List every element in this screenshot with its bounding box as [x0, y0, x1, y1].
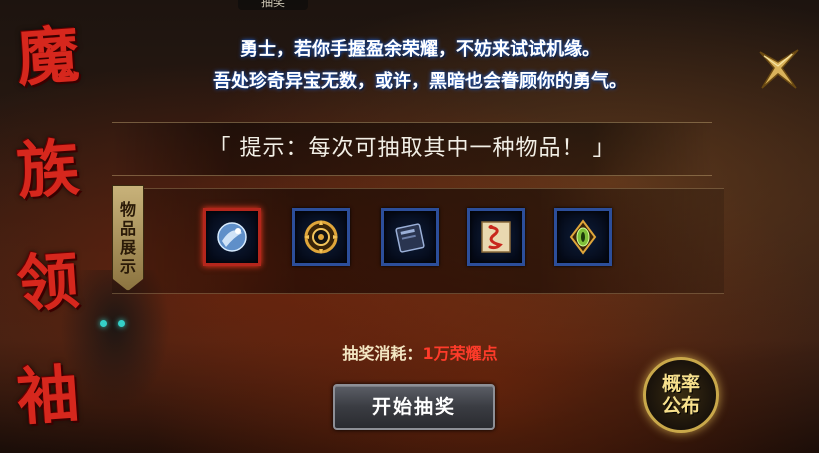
hint-bar: 「 提示：每次可抽取其中一种物品！ 」 — [112, 122, 712, 176]
dark-tome-icon — [395, 223, 425, 253]
probability-announcement-button[interactable]: 概率 公布 — [643, 357, 719, 433]
item-slot-1[interactable] — [203, 208, 261, 266]
side-title: 魔 族 领 袖 — [2, 0, 94, 453]
showcase-label: 物 品 展 示 — [112, 185, 144, 291]
item-slot-2[interactable] — [292, 208, 350, 266]
item-slot-5[interactable] — [554, 208, 612, 266]
showcase-label-char: 品 — [119, 219, 136, 238]
golden-medallion-icon — [304, 220, 338, 254]
serpent-scroll-icon — [481, 221, 511, 253]
item-slot-4[interactable] — [467, 208, 525, 266]
prob-badge-line-1: 概率 — [661, 373, 700, 395]
character-eye-left — [100, 320, 107, 327]
item-slot-3[interactable] — [381, 208, 439, 266]
cost-value: 1万荣耀点 — [422, 344, 498, 363]
side-title-char-2: 族 — [14, 130, 82, 208]
hint-text: 「 提示：每次可抽取其中一种物品！ 」 — [208, 136, 616, 161]
showcase-label-char: 展 — [119, 238, 136, 257]
close-icon[interactable] — [752, 44, 804, 96]
intro-line-2: 吾处珍奇异宝无数，或许，黑暗也会眷顾你的勇气。 — [213, 71, 627, 92]
side-title-char-1: 魔 — [14, 17, 82, 95]
prob-badge-line-2: 公布 — [661, 395, 700, 417]
cost-label: 抽奖消耗： — [342, 344, 423, 363]
item-showcase: 物 品 展 示 — [112, 185, 724, 294]
draw-cost: 抽奖消耗：1万荣耀点 — [270, 340, 570, 364]
side-title-char-4: 袖 — [14, 357, 82, 435]
showcase-label-char: 物 — [119, 200, 136, 219]
character-eye-right — [118, 320, 125, 327]
crystal-orb-icon — [217, 222, 247, 252]
green-gem-amulet-icon — [569, 219, 597, 255]
intro-text: 勇士，若你手握盈余荣耀，不妨来试试机缘。 吾处珍奇异宝无数，或许，黑暗也会眷顾你… — [130, 34, 710, 98]
intro-line-1: 勇士，若你手握盈余荣耀，不妨来试试机缘。 — [240, 39, 600, 60]
start-draw-button[interactable]: 开始抽奖 — [333, 384, 495, 430]
lottery-tab[interactable]: 抽奖 — [238, 0, 308, 10]
showcase-label-char: 示 — [119, 257, 136, 276]
side-title-char-3: 领 — [14, 244, 82, 322]
